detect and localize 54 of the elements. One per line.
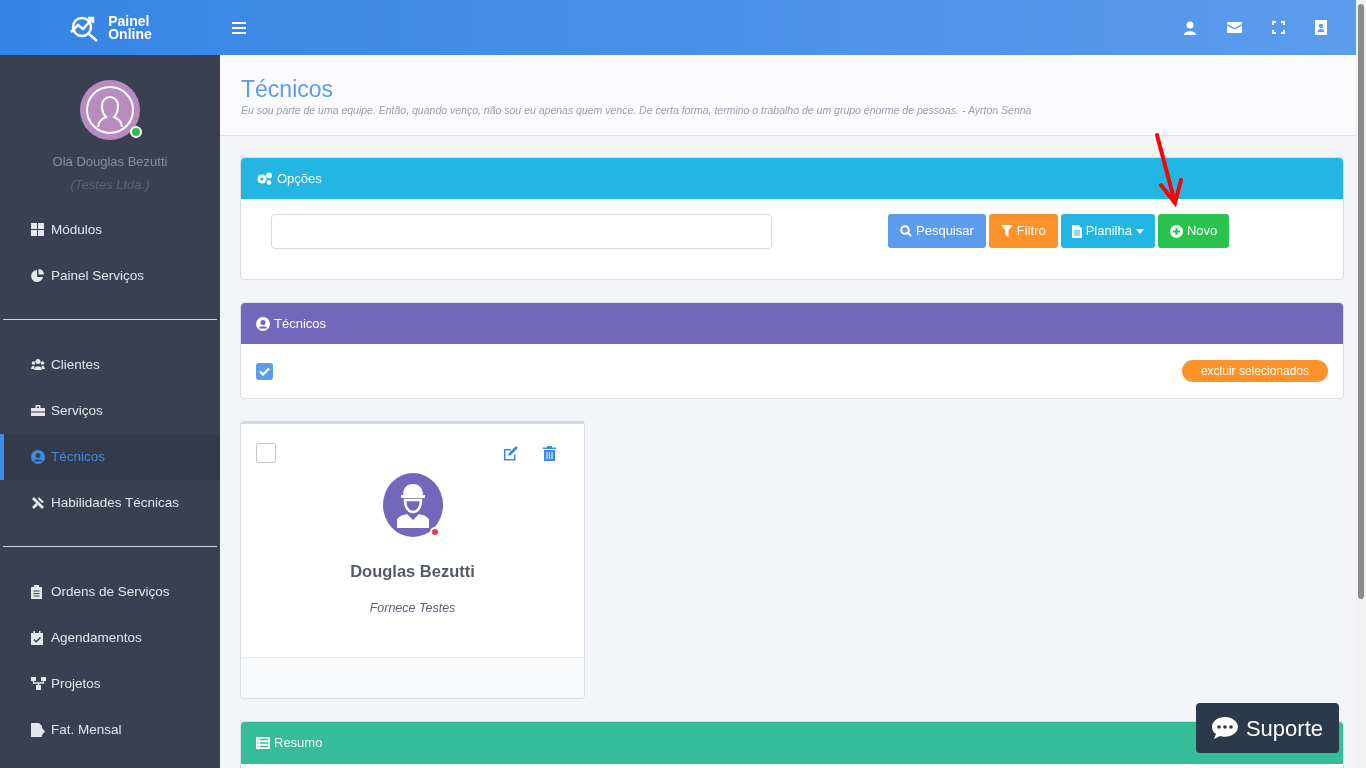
sidebar-item[interactable]: Painel Serviços (0, 253, 220, 299)
pie-icon (31, 269, 46, 283)
scrollbar[interactable] (1356, 0, 1366, 768)
sidebar-item[interactable]: Módulos (0, 207, 220, 253)
edit-icon[interactable] (503, 445, 519, 461)
grid-icon (31, 223, 46, 237)
panel-title: Opções (277, 169, 322, 188)
sidebar-item[interactable]: Fat. Mensal (0, 707, 220, 753)
sidebar-item[interactable]: Projetos (0, 661, 220, 707)
worker-helmet-avatar-icon (382, 473, 443, 537)
chat-bubble-icon (1211, 717, 1238, 739)
menu-button[interactable] (232, 21, 246, 34)
user-icon (31, 450, 46, 464)
panel-title: Técnicos (274, 314, 327, 333)
avatar-silhouette-icon (80, 80, 140, 140)
sidebar-item[interactable]: Habilidades Técnicas (0, 480, 220, 526)
sidebar-item[interactable]: Clientes (0, 342, 220, 388)
support-button[interactable]: Suporte (1195, 703, 1339, 753)
menu-icon (232, 21, 246, 34)
logo-text: Painel (108, 14, 150, 28)
quote-text: Eu sou parte de uma equipe. Então, quando venço, não sou eu apenas quem vence. De certa forma, termino o trabalho de um grupo enorme de pessoas. - Ayrton Senna (241, 103, 1033, 118)
logo-text: Online (108, 27, 152, 41)
mail-icon[interactable] (1227, 22, 1242, 33)
plus-circle-icon (1169, 224, 1183, 238)
filter-icon (1000, 225, 1013, 237)
users-icon (31, 358, 46, 372)
file-icon (31, 723, 46, 737)
sidebar-item[interactable]: Ordens de Serviços (0, 569, 220, 615)
technician-role: Fornece Testes (369, 599, 456, 617)
search-icon (900, 225, 912, 237)
user-icon[interactable] (1183, 20, 1197, 35)
list-icon (256, 737, 270, 749)
technician-name: Douglas Bezutti (350, 561, 475, 582)
briefcase-icon (31, 404, 46, 418)
contact-book-icon[interactable] (1315, 20, 1328, 35)
checkbox[interactable] (256, 443, 276, 463)
user-greeting: Olá Douglas Bezutti (52, 153, 168, 171)
search-field[interactable] (271, 214, 772, 249)
sidebar-item[interactable]: Serviços (0, 388, 220, 434)
panel-title: Resumo (274, 734, 323, 753)
document-icon (1071, 224, 1082, 238)
sitemap-icon (31, 677, 46, 691)
scrollbar-thumb[interactable] (1358, 4, 1364, 599)
select-all-checkbox[interactable] (256, 362, 273, 380)
user-circle-icon (256, 316, 270, 331)
calendar-icon (31, 631, 46, 645)
tools-icon (31, 496, 46, 510)
trash-icon[interactable] (543, 445, 556, 461)
fullscreen-icon[interactable] (1272, 21, 1285, 34)
page-title: Técnicos (241, 75, 335, 103)
check-icon (259, 366, 270, 376)
sidebar-item[interactable]: Agendamentos (0, 615, 220, 661)
gears-icon (256, 172, 273, 185)
caret-icon (1135, 228, 1144, 234)
